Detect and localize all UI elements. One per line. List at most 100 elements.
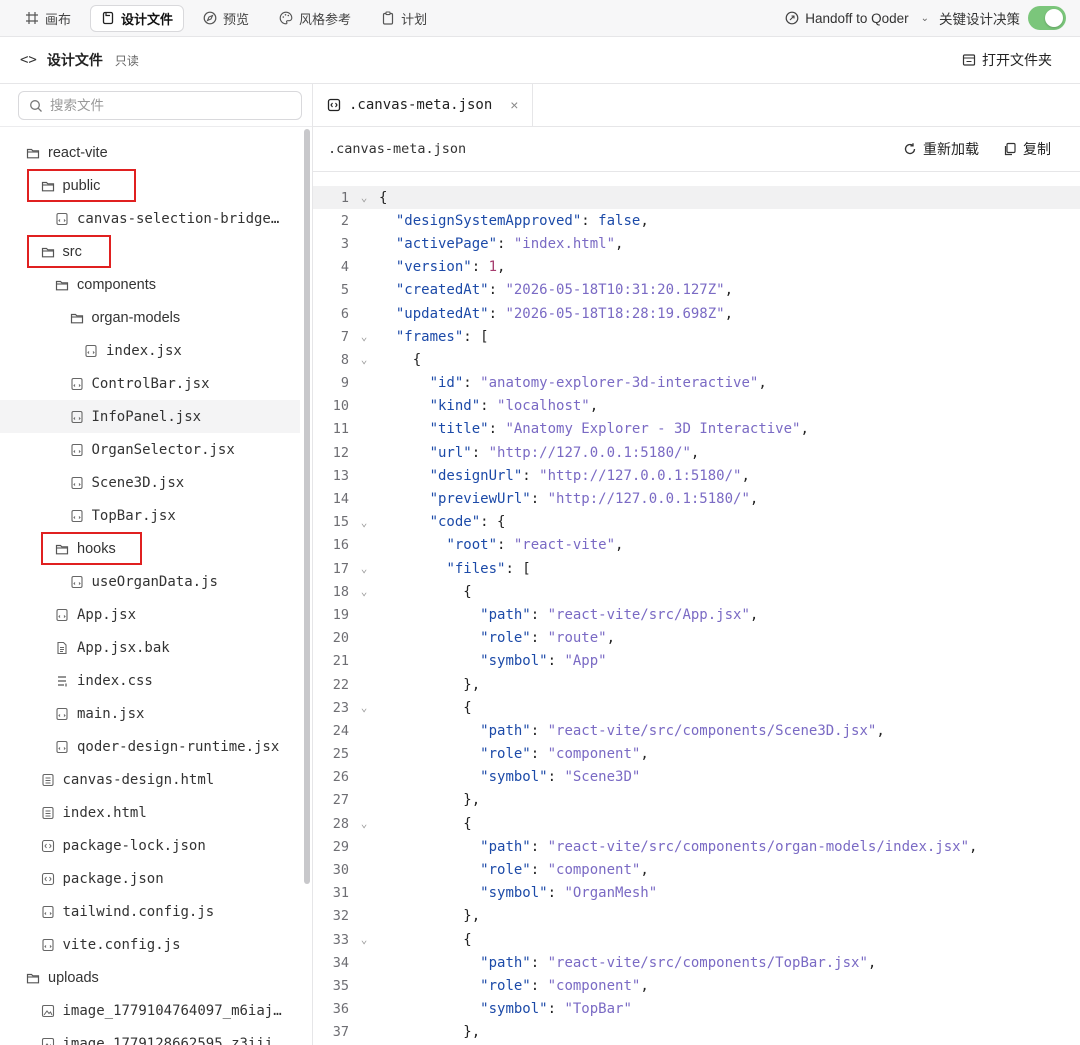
line-number: 8 — [340, 351, 349, 368]
code-area[interactable]: 1 ⌄{2 "designSystemApproved": false, 3 "ac… — [313, 186, 1080, 1044]
fold-chevron-icon[interactable]: ⌄ — [349, 701, 379, 714]
code-text: "updatedAt": "2026-05-18T18:28:19.698Z", — [395, 305, 734, 322]
compass-icon — [203, 11, 217, 25]
tree-item-label: Scene3D.jsx — [91, 474, 185, 491]
editor-tab-label: .canvas-meta.json — [349, 97, 493, 113]
fold-chevron-icon[interactable]: ⌄ — [349, 933, 379, 946]
tree-item-label: react-vite — [48, 144, 108, 161]
fold-chevron-icon[interactable]: ⌄ — [349, 817, 379, 830]
tree-item-label: image_1779104764097_m6iaj… — [62, 1002, 282, 1019]
tree-file[interactable]: qoder-design-runtime.jsx — [0, 730, 300, 763]
tree-file[interactable]: image_1779128662595_z3iii… — [0, 1027, 300, 1045]
search-input[interactable] — [50, 98, 280, 113]
code-file-icon — [41, 905, 54, 918]
folder-open-icon — [962, 54, 976, 66]
code-text: "symbol": "App" — [480, 653, 607, 670]
tree-file[interactable]: vite.config.js — [0, 928, 300, 961]
tree-file[interactable]: canvas-selection-bridge… — [0, 202, 300, 235]
line-number: 30 — [332, 862, 349, 879]
tree-item-label: useOrganData.js — [91, 573, 218, 590]
line-number: 33 — [332, 931, 349, 948]
tree-file[interactable]: OrganSelector.jsx — [0, 433, 300, 466]
line-number: 20 — [332, 630, 349, 647]
open-folder-button[interactable]: 打开文件夹 — [962, 50, 1052, 70]
code-text: { — [379, 351, 422, 368]
code-line: 26 "symbol": "Scene3D" — [313, 766, 1080, 789]
fold-chevron-icon[interactable]: ⌄ — [349, 562, 379, 575]
tree-item-label: canvas-design.html — [62, 771, 215, 788]
tree-file[interactable]: main.jsx — [0, 697, 300, 730]
line-number: 23 — [332, 699, 349, 716]
code-editor: .canvas-meta.json × .canvas-meta.json 重新… — [313, 84, 1080, 1045]
tree-file[interactable]: App.jsx — [0, 598, 300, 631]
tree-file[interactable]: Scene3D.jsx — [0, 466, 300, 499]
image-file-icon — [41, 1004, 54, 1017]
tree-file[interactable]: ControlBar.jsx — [0, 367, 300, 400]
tree-file[interactable]: package-lock.json — [0, 829, 300, 862]
tree-file[interactable]: index.css — [0, 664, 300, 697]
fold-chevron-icon[interactable]: ⌄ — [349, 516, 379, 529]
code-file-icon — [56, 707, 68, 720]
code-line: 23 ⌄ { — [313, 696, 1080, 719]
reload-label: 重新加载 — [923, 141, 979, 157]
palette-icon — [279, 11, 293, 25]
code-text: { — [379, 583, 472, 600]
fold-chevron-icon[interactable]: ⌄ — [349, 330, 379, 343]
close-icon[interactable]: × — [510, 97, 518, 113]
tree-file[interactable]: useOrganData.js — [0, 565, 300, 598]
handoff-dropdown[interactable]: Handoff to Qoder ⌄ — [785, 11, 929, 26]
tab-style-reference[interactable]: 风格参考 — [268, 5, 362, 32]
tree-file[interactable]: canvas-design.html — [0, 763, 300, 796]
code-file-icon — [70, 443, 83, 456]
code-text: { — [379, 931, 472, 948]
tree-item-label: vite.config.js — [62, 936, 181, 953]
tree-file[interactable]: InfoPanel.jsx — [0, 400, 300, 433]
sidebar-scrollbar[interactable] — [304, 129, 310, 884]
code-text: "role": "component", — [480, 862, 649, 879]
code-line: 18 ⌄ { — [313, 580, 1080, 603]
tree-folder[interactable]: react-vite — [0, 136, 300, 169]
code-text: "designSystemApproved": false, — [395, 212, 649, 229]
tree-file[interactable]: App.jsx.bak — [0, 631, 300, 664]
copy-button[interactable]: 复制 — [1003, 139, 1051, 159]
code-text: "code": { — [429, 514, 506, 531]
tree-file[interactable]: tailwind.config.js — [0, 895, 300, 928]
code-line: 21 "symbol": "App" — [313, 650, 1080, 673]
tree-item-label: main.jsx — [77, 705, 145, 722]
fold-chevron-icon[interactable]: ⌄ — [349, 353, 379, 366]
file-path: .canvas-meta.json — [328, 141, 467, 157]
reload-button[interactable]: 重新加载 — [903, 139, 979, 159]
tree-file[interactable]: TopBar.jsx — [0, 499, 300, 532]
fold-chevron-icon[interactable]: ⌄ — [349, 191, 379, 204]
tree-folder[interactable]: uploads — [0, 961, 300, 994]
decision-toggle[interactable] — [1028, 6, 1066, 30]
tree-folder[interactable]: public — [0, 169, 300, 202]
code-text: { — [379, 815, 472, 832]
code-text: "url": "http://127.0.0.1:5180/", — [429, 444, 700, 461]
tab-plan[interactable]: 计划 — [370, 5, 438, 32]
tree-folder[interactable]: src — [0, 235, 300, 268]
html-file-icon — [41, 773, 54, 786]
tree-folder[interactable]: components — [0, 268, 300, 301]
fold-chevron-icon[interactable]: ⌄ — [349, 585, 379, 598]
code-icon: <> — [20, 52, 37, 68]
tab-preview[interactable]: 预览 — [192, 5, 260, 32]
tab-design-files[interactable]: 设计文件 — [90, 4, 185, 32]
json-file-icon — [41, 872, 54, 885]
tree-item-label: components — [77, 276, 156, 293]
tree-file[interactable]: package.json — [0, 862, 300, 895]
code-text: "title": "Anatomy Explorer - 3D Interact… — [429, 421, 809, 438]
tree-folder[interactable]: organ-models — [0, 301, 300, 334]
code-line: 5 "createdAt": "2026-05-18T10:31:20.127Z… — [313, 279, 1080, 302]
code-line: 1 ⌄{ — [313, 186, 1080, 210]
code-line: 10 "kind": "localhost", — [313, 395, 1080, 418]
tree-file[interactable]: image_1779104764097_m6iaj… — [0, 994, 300, 1027]
tab-canvas[interactable]: 画布 — [14, 5, 82, 32]
editor-tab[interactable]: .canvas-meta.json × — [313, 84, 534, 126]
code-line: 27 }, — [313, 789, 1080, 812]
tree-file[interactable]: index.jsx — [0, 334, 300, 367]
tree-folder[interactable]: hooks — [0, 532, 300, 565]
line-number: 37 — [332, 1024, 349, 1041]
tree-file[interactable]: index.html — [0, 796, 300, 829]
code-line: 4 "version": 1, — [313, 256, 1080, 279]
